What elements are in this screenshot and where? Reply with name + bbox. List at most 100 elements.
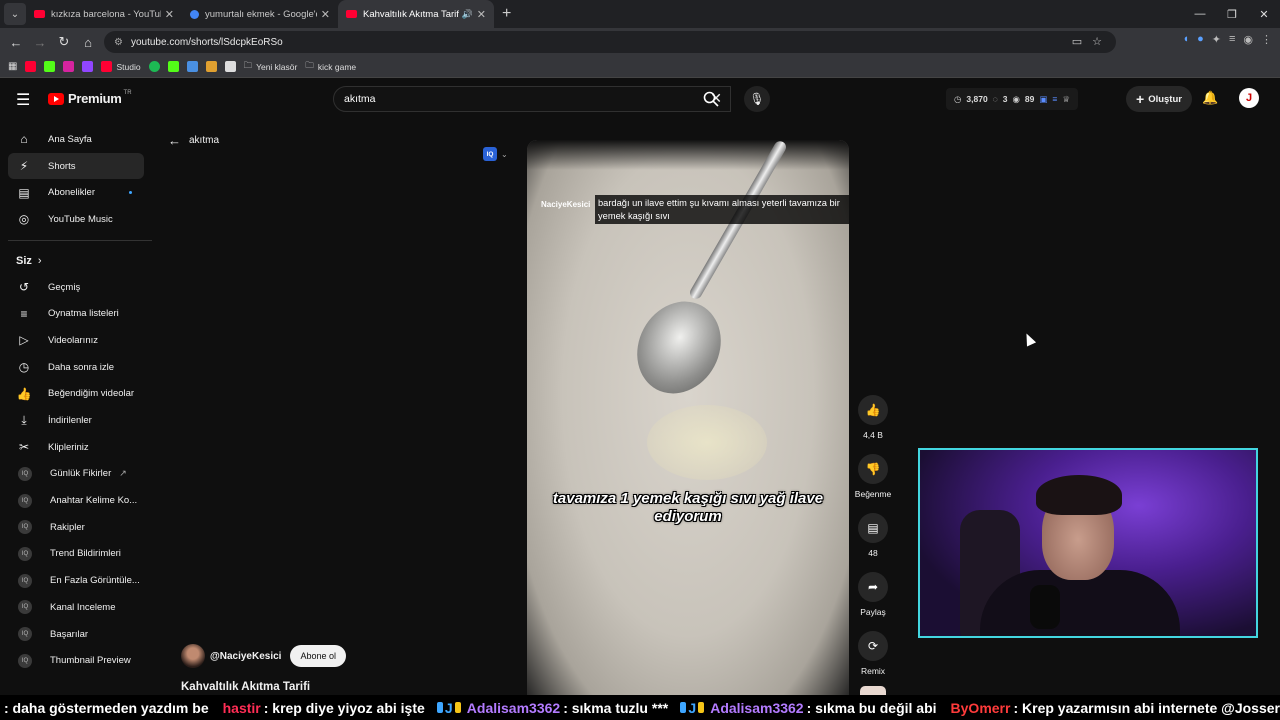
sidebar-item-ext-kanal-inceleme[interactable]: IQ Kanal Inceleme	[0, 594, 152, 621]
search-button[interactable]	[692, 86, 730, 112]
site-info-icon[interactable]: ⚙	[114, 37, 123, 48]
video-subtitle: bardağı un ilave ettim şu kıvamı alması …	[595, 195, 849, 224]
restore-icon[interactable]: ❐	[1216, 8, 1248, 21]
sidebar-item-your-videos[interactable]: ▷ Videolarınız	[0, 327, 152, 354]
new-tab-button[interactable]: +	[502, 5, 511, 23]
circle-icon: ◌	[992, 94, 998, 104]
close-tab-icon[interactable]: ✕	[165, 8, 174, 21]
youtube-premium-logo[interactable]: Premium TR	[48, 90, 132, 106]
sidebar-item-downloads[interactable]: ⤓ İndirilenler	[0, 407, 152, 434]
speaker-icon[interactable]: 🔊	[462, 9, 473, 20]
account-avatar[interactable]: J	[1239, 88, 1259, 108]
dislike-button[interactable]: 👎 Beğenme	[850, 454, 896, 513]
remix-button[interactable]: ⟳ Remix	[850, 631, 896, 690]
tab-search-button[interactable]: ⌄	[4, 3, 26, 25]
sidebar-item-shorts[interactable]: ⚡ Shorts	[8, 152, 144, 180]
bookmark-folder-kick-game[interactable]: 🗀 kick game	[305, 60, 356, 74]
bookmark-label: Yeni klasör	[256, 61, 298, 72]
close-window-icon[interactable]: ✕	[1248, 8, 1280, 21]
hamburger-menu-icon[interactable]: ☰	[16, 90, 30, 110]
clock-icon: ◷	[954, 93, 962, 104]
tab-1[interactable]: kızkıza barcelona - YouTube ✕	[26, 0, 182, 28]
sidebar-item-ext-trend[interactable]: IQ Trend Bildirimleri	[0, 541, 152, 568]
kick-bookmark-icon[interactable]	[167, 61, 179, 72]
puzzle-icon[interactable]: ✦	[1212, 33, 1221, 46]
channel-row: @NaciyeKesici Abone ol	[181, 644, 346, 668]
back-arrow-icon[interactable]: ←	[4, 35, 28, 50]
extension-icon[interactable]: ◖	[1182, 33, 1189, 46]
bookmark-star-icon[interactable]: ☆	[1092, 35, 1102, 48]
channel-name[interactable]: @NaciyeKesici	[210, 651, 281, 662]
extension-icon: IQ	[18, 520, 32, 535]
shorts-video-player[interactable]: NaciyeKesici bardağı un ilave ettim şu k…	[527, 140, 849, 705]
forward-arrow-icon[interactable]: →	[28, 35, 52, 50]
sidebar-item-label: Anahtar Kelime Ko...	[50, 495, 138, 507]
bookmark-studio[interactable]: Studio	[101, 61, 141, 72]
minimize-icon[interactable]: —	[1184, 8, 1216, 20]
apps-grid-icon[interactable]: ▦	[8, 61, 17, 72]
like-button[interactable]: 👍 4,4 B	[850, 395, 896, 454]
sidebar-item-ext-gunluk-fikirler[interactable]: IQ Günlük Fikirler ↗	[0, 461, 152, 488]
sidebar-item-ext-basarilar[interactable]: IQ Başarılar	[0, 621, 152, 648]
sidebar-item-playlists[interactable]: ≡ Oynatma listeleri	[0, 300, 152, 327]
sidebar-item-liked-videos[interactable]: 👍 Beğendiğim videolar	[0, 381, 152, 408]
bookmark-folder-yeni-klasor[interactable]: 🗀 Yeni klasör	[244, 60, 298, 74]
close-tab-icon[interactable]: ✕	[477, 8, 486, 21]
sidebar-item-youtube-music[interactable]: ◎ YouTube Music	[0, 206, 152, 233]
video-watermark: NaciyeKesici	[541, 200, 591, 209]
youtube-bookmark-icon[interactable]	[25, 61, 37, 72]
kick-bookmark-icon[interactable]	[44, 61, 56, 72]
extension-icon[interactable]: ●	[1197, 33, 1204, 46]
back-to-search-button[interactable]: ← akıtma	[168, 133, 219, 148]
reading-list-icon[interactable]: ≡	[1229, 33, 1235, 46]
youtube-favicon-icon	[346, 10, 357, 18]
cast-icon[interactable]: ▭	[1072, 35, 1082, 48]
home-icon[interactable]: ⌂	[76, 35, 100, 50]
sidebar-item-watch-later[interactable]: ◷ Daha sonra izle	[0, 354, 152, 381]
reload-icon[interactable]: ↻	[52, 34, 76, 50]
video-title[interactable]: Kahvaltılık Akıtma Tarifi	[181, 681, 310, 693]
tab-3-active[interactable]: Kahvaltılık Akıtma Tarifi - Yo 🔊 ✕	[338, 0, 494, 28]
twitch-bookmark-icon[interactable]	[82, 61, 94, 72]
search-input[interactable]: akıtma ✕	[333, 86, 731, 112]
close-tab-icon[interactable]: ✕	[321, 8, 330, 21]
sidebar-item-home[interactable]: ⌂ Ana Sayfa	[0, 126, 152, 153]
sidebar-item-history[interactable]: ↺ Geçmiş	[0, 274, 152, 301]
sidebar-item-ext-anahtar-kelime[interactable]: IQ Anahtar Kelime Ko...	[0, 487, 152, 514]
sidebar-section-you[interactable]: Siz ›	[0, 248, 152, 274]
instagram-bookmark-icon[interactable]	[63, 61, 75, 72]
extension-stats-bar[interactable]: ◷ 3,870 ◌ 3 ◉ 89 ▣ ≡ ♕	[946, 88, 1079, 110]
search-value: akıtma	[344, 93, 376, 105]
menu-dots-icon[interactable]: ⋮	[1261, 33, 1272, 46]
tab-2[interactable]: yumurtalı ekmek - Google'da Ara ✕	[182, 0, 338, 28]
iq-extension-dropdown[interactable]: IQ ⌄	[483, 147, 508, 161]
section-heading: Siz	[16, 254, 32, 267]
sidebar-item-clips[interactable]: ✂ Klipleriniz	[0, 434, 152, 461]
sidebar-item-label: Videolarınız	[48, 334, 98, 346]
notifications-bell-icon[interactable]: 🔔	[1202, 90, 1218, 106]
create-button[interactable]: + Oluştur	[1126, 86, 1192, 112]
sidebar-item-ext-en-fazla[interactable]: IQ En Fazla Görüntüle...	[0, 567, 152, 594]
sidebar-item-ext-thumbnail-preview[interactable]: IQ Thumbnail Preview	[0, 647, 152, 674]
voice-search-button[interactable]: 🎙	[744, 86, 770, 112]
address-bar[interactable]: ⚙ youtube.com/shorts/lSdcpkEoRSo ▭ ☆	[104, 31, 1116, 53]
channel-avatar[interactable]	[181, 644, 205, 668]
bookmark-icon[interactable]	[205, 61, 217, 72]
share-button[interactable]: ➦ Paylaş	[850, 572, 896, 631]
subscribe-button[interactable]: Abone ol	[290, 645, 346, 667]
home-icon: ⌂	[20, 132, 28, 147]
crown-icon	[698, 702, 705, 713]
comments-button[interactable]: ▤ 48	[850, 513, 896, 572]
chevron-right-icon: ›	[37, 254, 42, 267]
eye-icon: ◉	[1012, 93, 1020, 104]
tab-title: Kahvaltılık Akıtma Tarifi - Yo	[363, 8, 459, 20]
bookmark-icon[interactable]	[186, 61, 198, 72]
subscriptions-icon: ▤	[18, 185, 30, 200]
sidebar-item-subscriptions[interactable]: ▤ Abonelikler	[0, 179, 152, 206]
spotify-bookmark-icon[interactable]	[148, 61, 160, 72]
stat-views: 3,870	[966, 94, 988, 104]
bookmark-icon[interactable]	[224, 61, 236, 72]
remix-icon: ⟳	[858, 631, 888, 661]
sidebar-item-ext-rakipler[interactable]: IQ Rakipler	[0, 514, 152, 541]
profile-icon[interactable]: ◉	[1243, 33, 1253, 46]
